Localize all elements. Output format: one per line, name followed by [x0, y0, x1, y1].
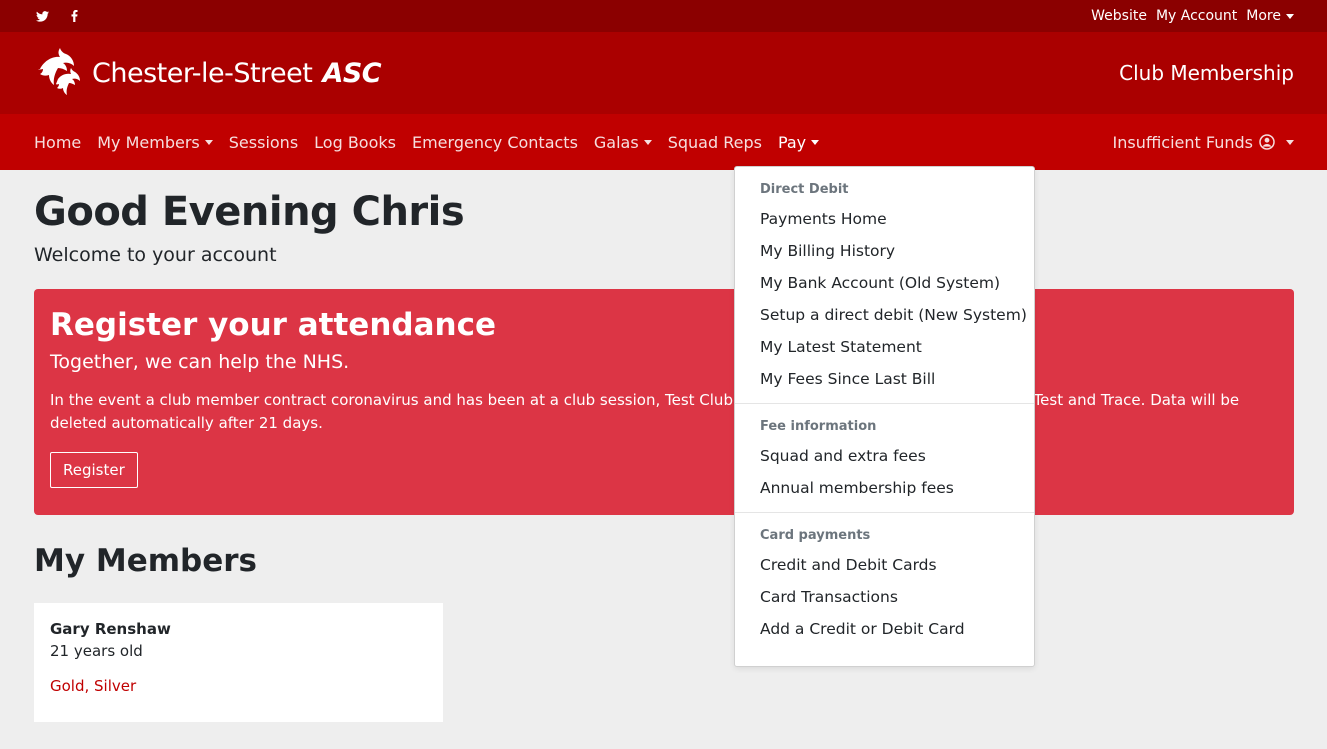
menu-item-credit-debit-cards[interactable]: Credit and Debit Cards — [735, 549, 1034, 581]
alert-text: In the event a club member contract coro… — [50, 389, 1278, 435]
account-label: Insufficient Funds — [1112, 132, 1254, 152]
menu-item-billing-history[interactable]: My Billing History — [735, 235, 1034, 267]
dropdown-divider — [735, 512, 1034, 513]
nav-item-emergency-contacts[interactable]: Emergency Contacts — [412, 133, 578, 152]
menu-item-squad-extra-fees[interactable]: Squad and extra fees — [735, 440, 1034, 472]
member-card[interactable]: Gary Renshaw 21 years old Gold, Silver — [34, 603, 443, 722]
my-account-link[interactable]: My Account — [1156, 8, 1237, 24]
alert-text-part1: In the event a club member contract coro… — [50, 391, 750, 409]
alert-subtitle: Together, we can help the NHS. — [50, 351, 350, 373]
account-menu-toggle[interactable]: Insufficient Funds — [1112, 132, 1294, 152]
register-button[interactable]: Register — [50, 452, 138, 488]
brand[interactable]: Chester-le-Street ASC — [34, 47, 382, 99]
brand-name-text: Chester-le-Street — [92, 57, 313, 89]
chevron-down-icon — [1286, 139, 1294, 145]
nav-item-log-books[interactable]: Log Books — [314, 133, 396, 152]
dropdown-divider — [735, 403, 1034, 404]
main-content: Good Evening Chris Welcome to your accou… — [0, 170, 1327, 722]
menu-item-payments-home[interactable]: Payments Home — [735, 203, 1034, 235]
dropdown-header-fee-information: Fee information — [760, 419, 877, 434]
dolphins-logo-icon — [34, 47, 82, 99]
nav-list: Home My Members Sessions Log Books Emerg… — [34, 132, 820, 152]
page-title: Good Evening Chris — [34, 189, 465, 235]
attendance-alert: Register your attendance Together, we ca… — [34, 289, 1294, 515]
nav-item-galas[interactable]: Galas — [594, 133, 652, 152]
dropdown-header-direct-debit: Direct Debit — [760, 182, 849, 197]
menu-item-fees-since-last-bill[interactable]: My Fees Since Last Bill — [735, 363, 1034, 395]
member-age: 21 years old — [50, 642, 143, 660]
user-circle-icon — [1259, 134, 1275, 150]
social-links — [36, 10, 78, 22]
menu-item-annual-membership-fees[interactable]: Annual membership fees — [735, 472, 1034, 504]
website-link[interactable]: Website — [1091, 8, 1147, 24]
menu-item-add-card[interactable]: Add a Credit or Debit Card — [735, 613, 1034, 645]
dropdown-header-card-payments: Card payments — [760, 528, 871, 543]
member-squads: Gold, Silver — [50, 677, 137, 695]
nav-item-pay[interactable]: Pay — [777, 132, 820, 152]
twitter-icon[interactable] — [36, 10, 49, 22]
more-label: More — [1246, 8, 1281, 24]
section-title: Club Membership — [1119, 61, 1294, 85]
pay-dropdown-menu: Direct Debit Payments Home My Billing Hi… — [734, 166, 1035, 667]
chevron-down-icon — [1286, 13, 1294, 19]
nav-item-label: Galas — [593, 132, 639, 152]
main-navigation: Home My Members Sessions Log Books Emerg… — [0, 114, 1327, 170]
welcome-text: Welcome to your account — [34, 244, 277, 266]
facebook-icon[interactable] — [71, 10, 78, 22]
brand-suffix: ASC — [322, 57, 382, 89]
nav-item-my-members[interactable]: My Members — [97, 133, 213, 152]
menu-item-latest-statement[interactable]: My Latest Statement — [735, 331, 1034, 363]
chevron-down-icon — [204, 139, 213, 145]
members-heading: My Members — [34, 543, 257, 579]
nav-item-sessions[interactable]: Sessions — [229, 133, 298, 152]
nav-item-label: Pay — [777, 132, 807, 152]
menu-item-setup-direct-debit[interactable]: Setup a direct debit (New System) — [735, 299, 1034, 331]
nav-item-squad-reps[interactable]: Squad Reps — [668, 133, 762, 152]
menu-item-bank-account-old[interactable]: My Bank Account (Old System) — [735, 267, 1034, 299]
brand-bar: Chester-le-Street ASC Club Membership — [0, 32, 1327, 114]
alert-title: Register your attendance — [50, 307, 496, 343]
chevron-down-icon — [811, 139, 820, 145]
more-dropdown-toggle[interactable]: More — [1246, 8, 1294, 24]
menu-item-card-transactions[interactable]: Card Transactions — [735, 581, 1034, 613]
nav-item-label: My Members — [97, 132, 200, 152]
brand-name: Chester-le-Street ASC — [92, 57, 382, 89]
chevron-down-icon — [643, 139, 652, 145]
top-utility-bar: Website My Account More — [0, 0, 1327, 32]
nav-item-home[interactable]: Home — [34, 133, 81, 152]
member-name: Gary Renshaw — [50, 620, 171, 638]
top-links: Website My Account More — [1091, 8, 1294, 24]
